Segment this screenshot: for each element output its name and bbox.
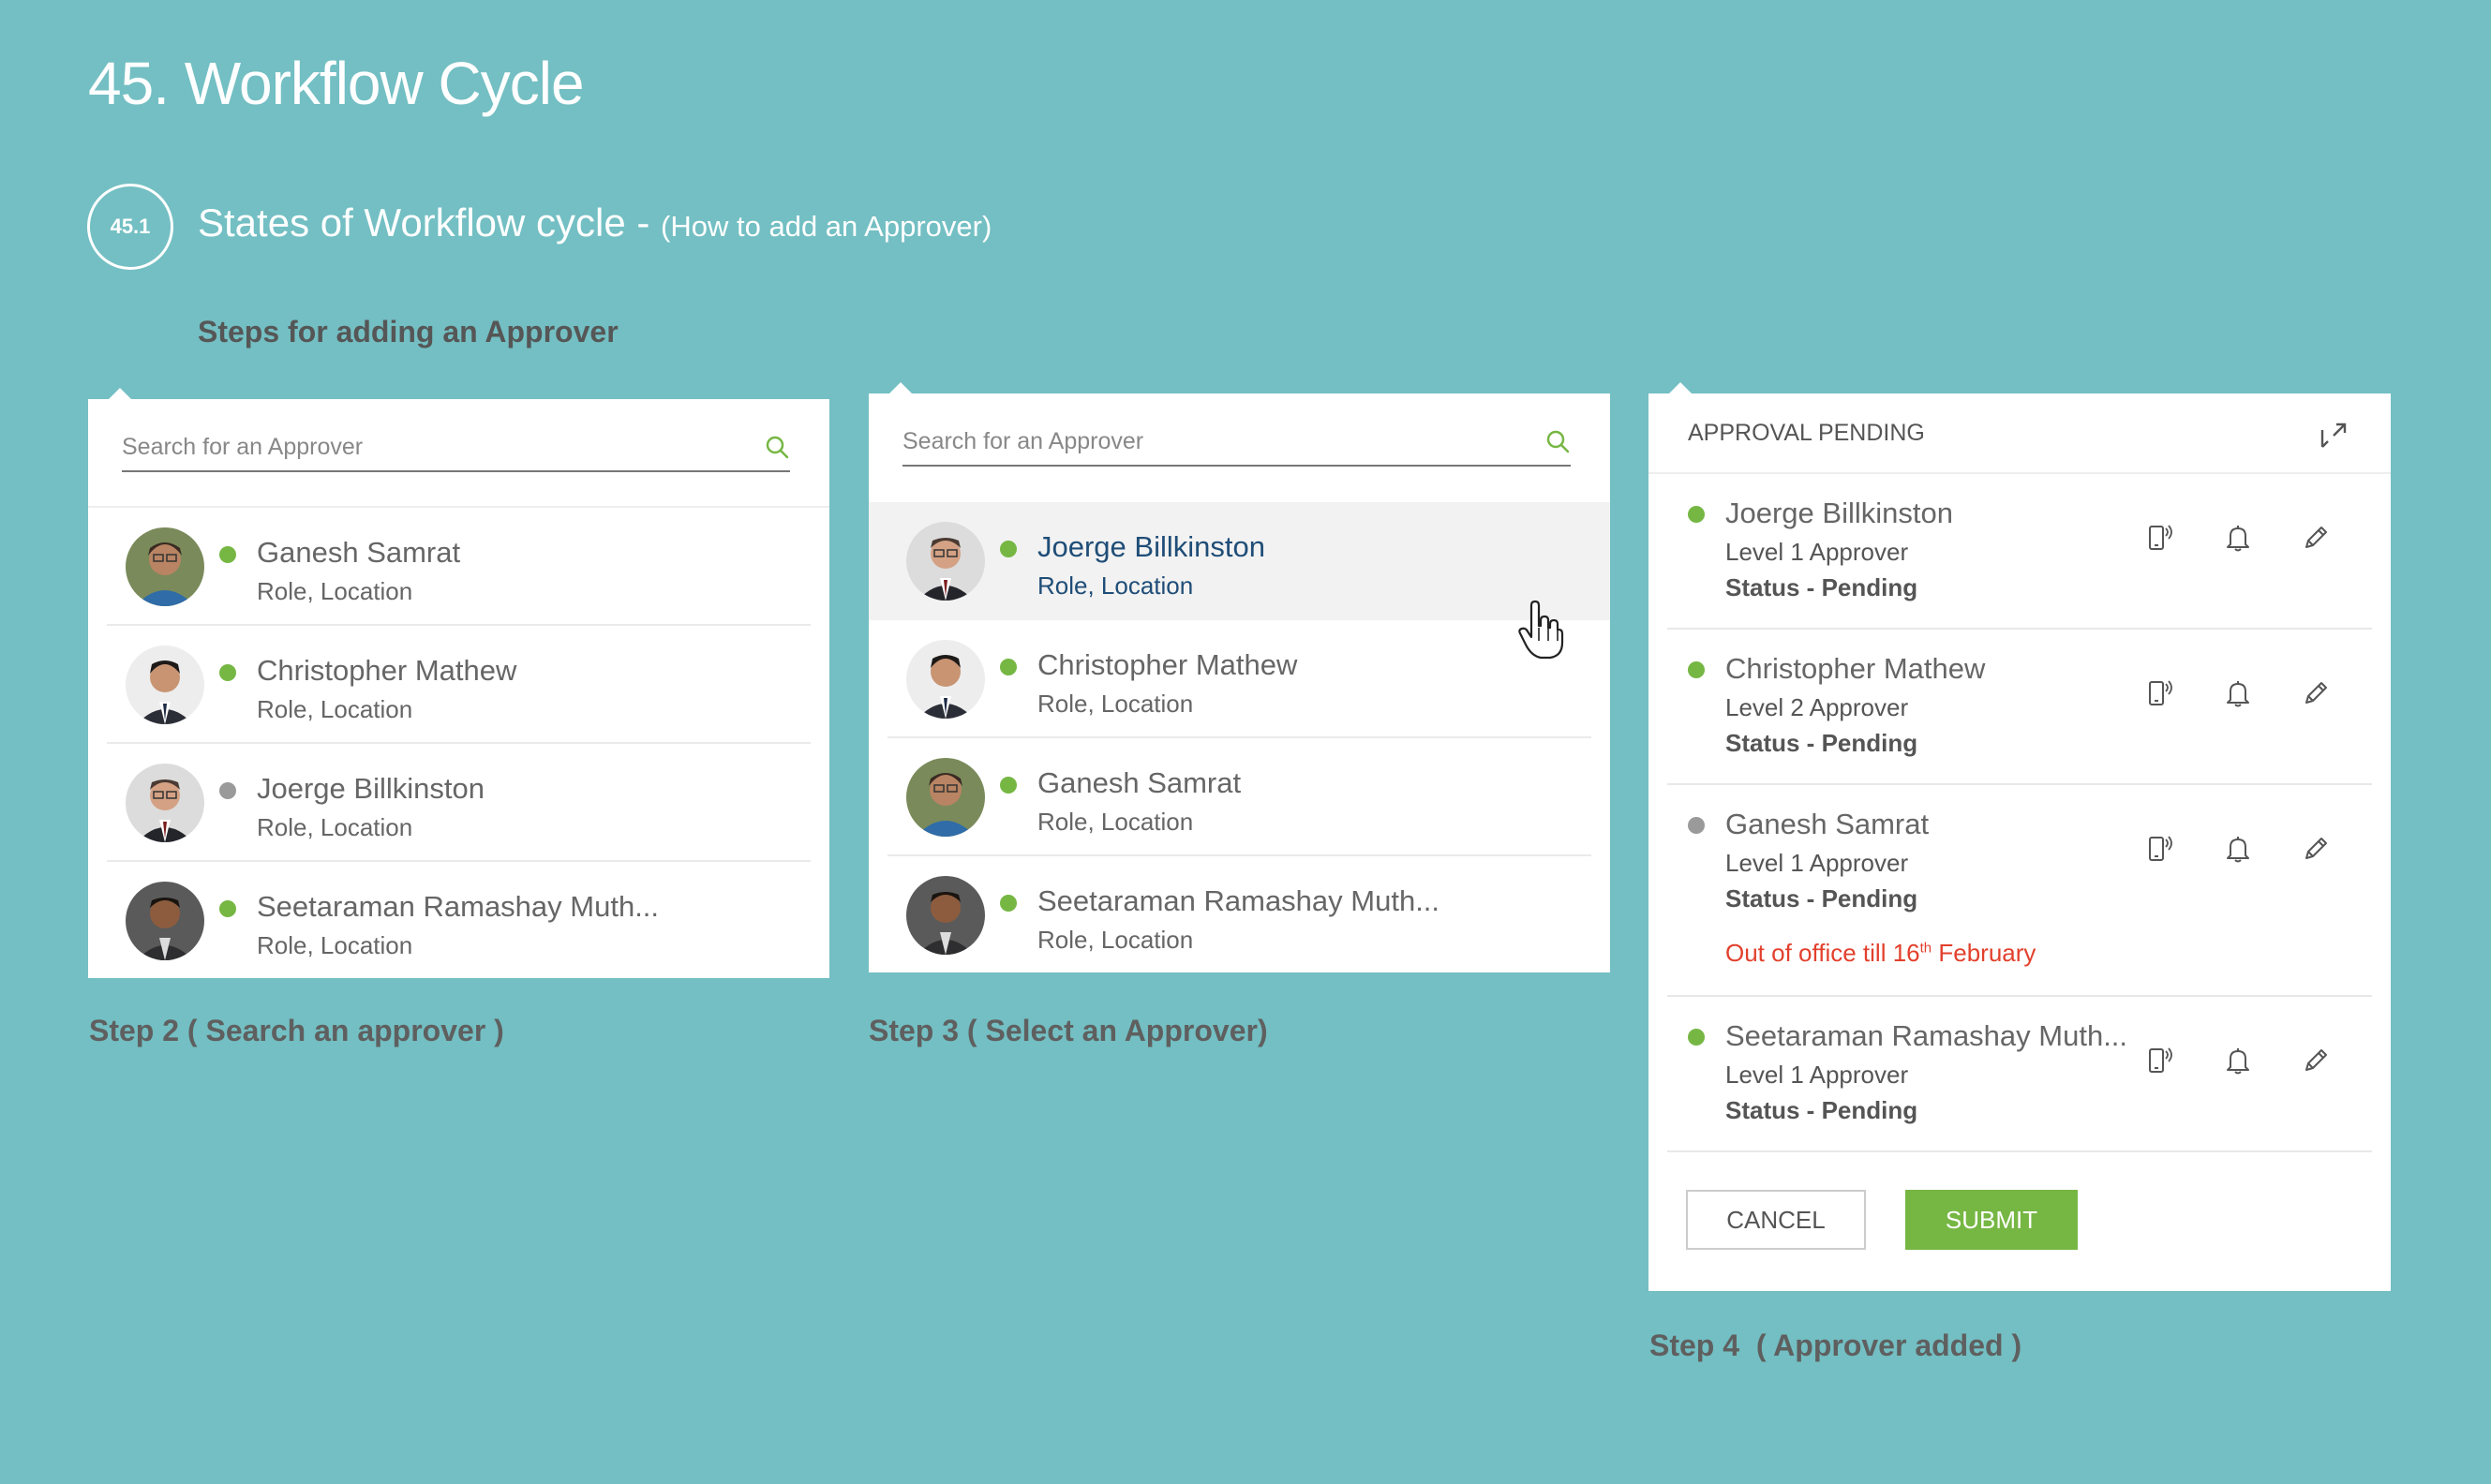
list-item-selected[interactable]: Joerge Billkinston Role, Location <box>869 502 1610 620</box>
mobile-icon[interactable] <box>2143 1044 2177 1077</box>
search-input[interactable]: Search for an Approver <box>122 423 790 472</box>
avatar <box>906 522 985 601</box>
edit-icon[interactable] <box>2299 521 2333 555</box>
search-placeholder: Search for an Approver <box>122 433 364 460</box>
bell-icon[interactable] <box>2221 832 2255 866</box>
approver-name: Christopher Mathew <box>257 654 517 687</box>
approver-name: Ganesh Samrat <box>257 536 461 569</box>
approver-name: Seetaraman Ramashay Muth... <box>1037 884 1440 917</box>
approver-item: Ganesh Samrat Level 1 Approver Status - … <box>1667 785 2372 997</box>
approver-level: Level 1 Approver <box>1725 849 1909 877</box>
list-item[interactable]: Seetaraman Ramashay Muth... Role, Locati… <box>107 862 811 980</box>
approver-name: Seetaraman Ramashay Muth... <box>257 890 660 923</box>
approver-level: Level 2 Approver <box>1725 693 1909 721</box>
presence-online-icon <box>1688 661 1705 678</box>
approver-name: Christopher Mathew <box>1037 648 1298 681</box>
panel-header: APPROVAL PENDING <box>1688 420 1925 446</box>
approver-name: Joerge Billkinston <box>257 772 485 805</box>
presence-online-icon <box>219 664 236 681</box>
approver-role: Role, Location <box>1037 926 1194 954</box>
list-item[interactable]: Joerge Billkinston Role, Location <box>107 744 811 862</box>
submit-button[interactable]: SUBMIT <box>1905 1190 2078 1250</box>
avatar <box>906 640 985 719</box>
out-of-office-note: Out of office till 16th February <box>1725 939 2036 968</box>
out-of-office-text: Out of office till 16 <box>1725 939 1920 967</box>
approver-name: Joerge Billkinston <box>1037 530 1265 563</box>
mobile-icon[interactable] <box>2143 676 2177 710</box>
avatar <box>906 876 985 955</box>
approval-pending-panel: APPROVAL PENDING Joerge Billkinston Leve… <box>1648 382 2391 1291</box>
section-number-badge: 45.1 <box>87 184 173 270</box>
step-2-caption: Step 2 ( Search an approver ) <box>89 1014 504 1047</box>
approver-item: Seetaraman Ramashay Muth... Level 1 Appr… <box>1667 997 2372 1152</box>
bell-icon[interactable] <box>2221 676 2255 710</box>
presence-offline-icon <box>219 782 236 799</box>
presence-online-icon <box>1000 777 1017 794</box>
bell-icon[interactable] <box>2221 1044 2255 1077</box>
select-approver-panel: Search for an Approver Joerge Billkinsto… <box>869 382 1610 974</box>
approver-status: Status - Pending <box>1725 884 1918 913</box>
presence-online-icon <box>1688 1029 1705 1046</box>
approver-status: Status - Pending <box>1725 729 1918 757</box>
list-item[interactable]: Ganesh Samrat Role, Location <box>888 738 1591 856</box>
presence-online-icon <box>219 546 236 563</box>
edit-icon[interactable] <box>2299 832 2333 866</box>
approver-role: Role, Location <box>257 695 413 723</box>
mobile-icon[interactable] <box>2143 521 2177 555</box>
presence-online-icon <box>1000 541 1017 557</box>
cancel-button[interactable]: CANCEL <box>1686 1190 1866 1250</box>
list-item[interactable]: Christopher Mathew Role, Location <box>107 626 811 744</box>
page-title: 45. Workflow Cycle <box>88 50 585 117</box>
search-input[interactable]: Search for an Approver <box>902 418 1571 467</box>
approver-role: Role, Location <box>1037 690 1194 718</box>
search-icon[interactable] <box>1544 428 1571 454</box>
approver-role: Role, Location <box>257 813 413 841</box>
presence-online-icon <box>1000 895 1017 912</box>
approver-role: Role, Location <box>1037 571 1194 600</box>
pointer-cursor-icon <box>1518 600 1564 660</box>
section-title: States of Workflow cycle - (How to add a… <box>198 200 992 245</box>
avatar <box>126 764 204 842</box>
presence-offline-icon <box>1688 817 1705 834</box>
list-item[interactable]: Christopher Mathew Role, Location <box>888 620 1591 738</box>
section-subtitle: (How to add an Approver) <box>661 210 992 243</box>
approver-name: Christopher Mathew <box>1725 652 1986 685</box>
list-item[interactable]: Ganesh Samrat Role, Location <box>107 508 811 626</box>
edit-icon[interactable] <box>2299 1044 2333 1077</box>
search-icon[interactable] <box>764 434 790 460</box>
presence-online-icon <box>219 900 236 917</box>
approver-name: Seetaraman Ramashay Muth... <box>1725 1019 2128 1052</box>
approver-role: Role, Location <box>257 577 413 605</box>
approver-name: Ganesh Samrat <box>1037 766 1242 799</box>
presence-online-icon <box>1688 506 1705 523</box>
approver-role: Role, Location <box>1037 808 1194 836</box>
approver-level: Level 1 Approver <box>1725 538 1909 566</box>
section-title-text: States of Workflow cycle - <box>198 200 650 245</box>
approver-name: Ganesh Samrat <box>1725 808 1930 840</box>
out-of-office-ordinal: th <box>1919 940 1932 957</box>
approver-name: Joerge Billkinston <box>1725 497 1953 529</box>
presence-online-icon <box>1000 659 1017 675</box>
list-item[interactable]: Seetaraman Ramashay Muth... Role, Locati… <box>888 856 1591 974</box>
approver-status: Status - Pending <box>1725 1096 1918 1124</box>
approver-level: Level 1 Approver <box>1725 1061 1909 1089</box>
search-approver-panel: Search for an Approver Ganesh Samrat Rol… <box>88 388 829 980</box>
mobile-icon[interactable] <box>2143 832 2177 866</box>
step-3-caption: Step 3 ( Select an Approver) <box>869 1014 1268 1047</box>
avatar <box>126 527 204 606</box>
bell-icon[interactable] <box>2221 521 2255 555</box>
avatar <box>126 646 204 724</box>
approver-item: Christopher Mathew Level 2 Approver Stat… <box>1667 630 2372 785</box>
avatar <box>906 758 985 837</box>
approver-role: Role, Location <box>257 931 413 959</box>
search-placeholder: Search for an Approver <box>902 427 1144 454</box>
step-4-caption: Step 4 ( Approver added ) <box>1649 1328 2022 1362</box>
approver-status: Status - Pending <box>1725 573 1918 601</box>
expand-icon[interactable] <box>2318 420 2349 452</box>
edit-icon[interactable] <box>2299 676 2333 710</box>
approver-item: Joerge Billkinston Level 1 Approver Stat… <box>1667 474 2372 630</box>
out-of-office-month: February <box>1932 939 2036 967</box>
steps-heading: Steps for adding an Approver <box>198 315 619 349</box>
avatar <box>126 882 204 960</box>
